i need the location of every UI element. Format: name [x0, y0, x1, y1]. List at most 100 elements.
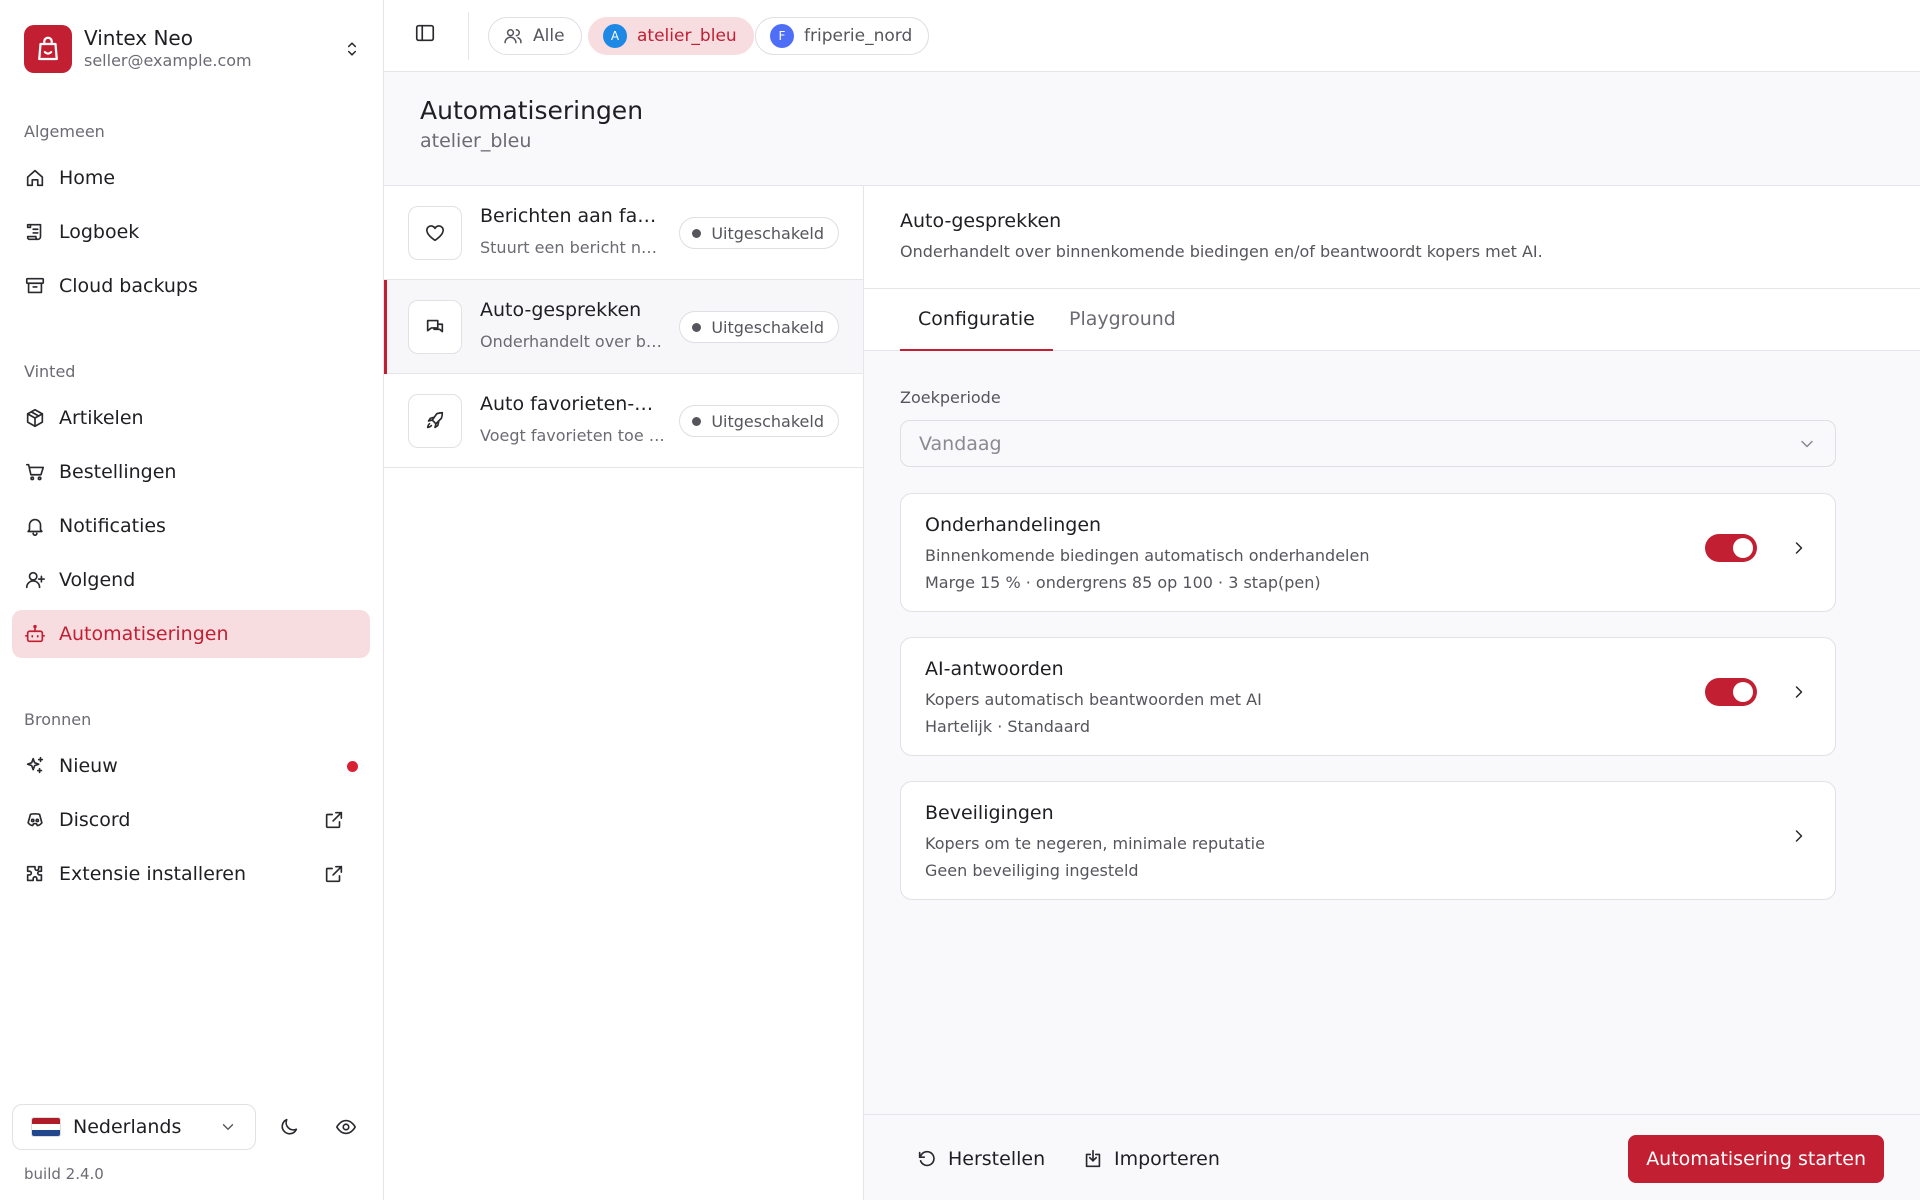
settings-card-onderhandelingen[interactable]: Onderhandelingen Binnenkomende biedingen…	[900, 493, 1836, 612]
account-chip-all[interactable]: Alle	[488, 17, 582, 55]
start-automation-button[interactable]: Automatisering starten	[1628, 1135, 1884, 1183]
sidebar-item-label: Nieuw	[59, 755, 118, 777]
sidebar-panel-icon	[415, 24, 435, 42]
sidebar-item-label: Volgend	[59, 569, 136, 591]
archive-icon	[25, 277, 45, 294]
sidebar-item-discord[interactable]: Discord	[12, 796, 370, 844]
reset-button[interactable]: Herstellen	[916, 1139, 1045, 1179]
avatar: A	[603, 24, 627, 48]
account-chip-atelier-bleu[interactable]: A atelier_bleu	[588, 17, 754, 55]
visibility-toggle[interactable]	[335, 1116, 357, 1138]
dark-mode-toggle[interactable]	[278, 1116, 300, 1138]
rocket-icon	[426, 411, 444, 429]
settings-card-beveiligingen[interactable]: Beveiligingen Kopers om te negeren, mini…	[900, 781, 1836, 900]
onderhandelingen-toggle[interactable]	[1705, 534, 1757, 562]
page-header: Automatiseringen atelier_bleu	[384, 72, 1920, 186]
card-meta: Geen beveiliging ingesteld	[925, 861, 1139, 880]
card-meta: Hartelijk · Standaard	[925, 717, 1090, 736]
language-value: Nederlands	[73, 1116, 182, 1138]
list-item[interactable]: Auto favorieten-boost Voegt favorieten t…	[384, 374, 863, 468]
detail-description: Onderhandelt over binnenkomende biedinge…	[900, 242, 1543, 261]
eye-icon	[336, 1119, 356, 1135]
moon-icon	[281, 1118, 298, 1135]
sidebar-item-label: Discord	[59, 809, 131, 831]
chevron-down-icon	[222, 1124, 234, 1130]
card-description: Binnenkomende biedingen automatisch onde…	[925, 546, 1370, 565]
status-badge: Uitgeschakeld	[679, 311, 839, 343]
section-title-algemeen: Algemeen	[24, 122, 105, 141]
external-link-icon	[325, 865, 343, 883]
status-badge: Uitgeschakeld	[679, 405, 839, 437]
sidebar-item-label: Cloud backups	[59, 275, 198, 297]
import-button[interactable]: Importeren	[1082, 1139, 1220, 1179]
rotate-ccw-icon	[918, 1150, 935, 1167]
settings-card-ai-antwoorden[interactable]: AI-antwoorden Kopers automatisch beantwo…	[900, 637, 1836, 756]
card-meta: Marge 15 % · ondergrens 85 op 100 · 3 st…	[925, 573, 1321, 592]
automation-detail: Auto-gesprekken Onderhandelt over binnen…	[864, 186, 1920, 1200]
chip-label: atelier_bleu	[637, 26, 737, 46]
import-label: Importeren	[1114, 1148, 1220, 1170]
card-title: Onderhandelingen	[925, 514, 1102, 536]
package-icon	[26, 408, 44, 428]
sidebar-item-logboek[interactable]: Logboek	[12, 208, 370, 256]
users-icon	[504, 28, 522, 44]
automation-desc: Onderhandelt over binnenkomende biedinge…	[480, 332, 665, 351]
card-description: Kopers om te negeren, minimale reputatie	[925, 834, 1265, 853]
automation-desc: Voegt favorieten toe aan artikelen	[480, 426, 665, 445]
tab-playground[interactable]: Playground	[1051, 289, 1194, 351]
sidebar-item-label: Bestellingen	[59, 461, 177, 483]
account-switcher[interactable]: Vintex Neo seller@example.com	[24, 24, 362, 74]
sidebar-item-cloud-backups[interactable]: Cloud backups	[12, 262, 370, 310]
status-dot	[692, 416, 702, 426]
status-label: Uitgeschakeld	[711, 223, 824, 243]
bell-icon	[27, 518, 43, 536]
sidebar-item-nieuw[interactable]: Nieuw	[12, 742, 370, 790]
chat-icon	[426, 319, 444, 333]
page-title: Automatiseringen	[420, 96, 644, 125]
sidebar-item-label: Automatiseringen	[59, 623, 229, 645]
card-title: Beveiligingen	[925, 802, 1054, 824]
sidebar-toggle-button[interactable]	[414, 22, 436, 44]
sidebar-item-automatiseringen[interactable]: Automatiseringen	[12, 610, 370, 658]
sidebar-item-notificaties[interactable]: Notificaties	[12, 502, 370, 550]
sidebar-item-label: Artikelen	[59, 407, 144, 429]
detail-title: Auto-gesprekken	[900, 210, 1062, 232]
action-footer: Herstellen Importeren Automatisering sta…	[864, 1114, 1920, 1200]
chevron-right-icon[interactable]	[1789, 826, 1809, 846]
detail-tabs: Configuratie Playground	[864, 289, 1920, 351]
tab-configuratie[interactable]: Configuratie	[900, 289, 1053, 351]
language-select[interactable]: Nederlands	[12, 1104, 256, 1150]
dutch-flag-icon	[31, 1117, 61, 1137]
top-bar: Alle A atelier_bleu F friperie_nord	[384, 0, 1920, 72]
automation-title: Auto favorieten-boost	[480, 393, 665, 415]
new-indicator-dot	[347, 761, 358, 772]
user-email: seller@example.com	[84, 51, 252, 70]
ai-antwoorden-toggle[interactable]	[1705, 678, 1757, 706]
sidebar-item-artikelen[interactable]: Artikelen	[12, 394, 370, 442]
row-icon-box	[408, 206, 462, 260]
sidebar-item-home[interactable]: Home	[12, 154, 370, 202]
chevron-right-icon[interactable]	[1789, 682, 1809, 702]
sidebar: Vintex Neo seller@example.com Algemeen H…	[0, 0, 384, 1200]
sidebar-item-label: Home	[59, 167, 116, 189]
sidebar-item-extensie-installeren[interactable]: Extensie installeren	[12, 850, 370, 898]
list-item[interactable]: Berichten aan favorieten Stuurt een beri…	[384, 186, 863, 280]
period-select[interactable]: Vandaag	[900, 420, 1836, 467]
account-chip-friperie-nord[interactable]: F friperie_nord	[755, 17, 930, 55]
sidebar-item-bestellingen[interactable]: Bestellingen	[12, 448, 370, 496]
discord-icon	[27, 812, 43, 827]
detail-header: Auto-gesprekken Onderhandelt over binnen…	[864, 186, 1920, 289]
heart-icon	[425, 225, 445, 242]
list-item[interactable]: Auto-gesprekken Onderhandelt over binnen…	[384, 280, 863, 374]
automation-list: Berichten aan favorieten Stuurt een beri…	[384, 186, 864, 1200]
external-link-icon	[325, 811, 343, 829]
chevron-down-icon	[1801, 440, 1813, 448]
period-label: Zoekperiode	[900, 388, 1001, 407]
chevron-right-icon[interactable]	[1789, 538, 1809, 558]
home-icon	[26, 169, 44, 187]
sidebar-item-label: Extensie installeren	[59, 863, 247, 885]
status-label: Uitgeschakeld	[711, 317, 824, 337]
sidebar-item-label: Logboek	[59, 221, 140, 243]
sidebar-item-volgend[interactable]: Volgend	[12, 556, 370, 604]
bot-icon	[25, 624, 45, 643]
